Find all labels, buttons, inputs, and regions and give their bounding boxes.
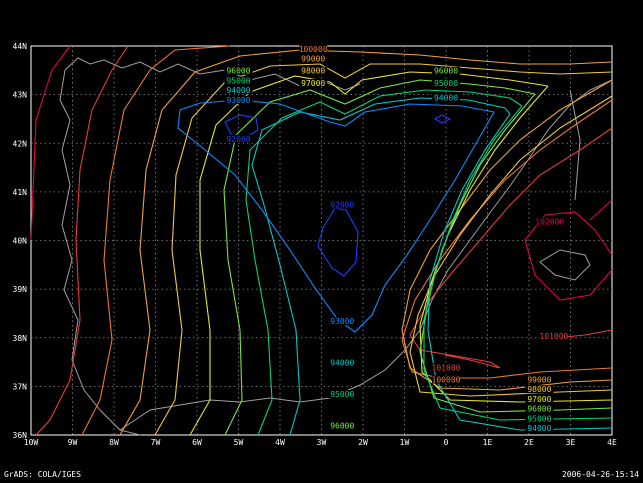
contour-label: 97000: [527, 395, 551, 404]
lon-tick-label: 8W: [109, 438, 119, 447]
contour-label: 96000: [330, 422, 354, 431]
lat-tick-label: 43N: [13, 91, 28, 100]
contour-label: 93000: [226, 96, 250, 105]
lat-tick-label: 39N: [13, 285, 28, 294]
contour-label: 92000: [226, 135, 250, 144]
lat-axis-labels: 36N 37N 38N 39N 40N 41N 42N 43N 44N: [13, 42, 28, 440]
contour-label: 99000: [301, 55, 325, 64]
contour-label: 96000: [527, 405, 551, 414]
footer-right-text: 2006-04-26-15:14: [561, 470, 639, 479]
lat-tick-label: 40N: [13, 237, 28, 246]
lon-tick-label: 4W: [275, 438, 285, 447]
lon-axis-labels: 10W 9W 8W 7W 6W 5W 4W 3W 2W 1W 0 1E 2E 3E 4E: [24, 438, 617, 447]
lon-tick-label: 6W: [192, 438, 202, 447]
contour-label: 102000: [535, 217, 564, 226]
lon-tick-label: 0: [444, 438, 449, 447]
contour-label: 95000: [434, 79, 458, 88]
lon-tick-label: 2E: [524, 438, 534, 447]
contour-label: 95000: [226, 76, 250, 85]
contour-label: 95000: [527, 414, 551, 423]
lat-tick-label: 41N: [13, 188, 28, 197]
footer-left-text: GrADS: COLA/IGES: [4, 470, 82, 479]
contour-label: 94000: [527, 424, 551, 433]
contour-label: 98000: [527, 385, 551, 394]
lat-tick-label: 38N: [13, 334, 28, 343]
contour-map: 10W 9W 8W 7W 6W 5W 4W 3W 2W 1W 0 1E 2E 3E 4E 36N37N38N…: [13, 42, 617, 447]
contour-label: 98000: [301, 67, 325, 76]
lat-tick-label: 44N: [13, 42, 28, 51]
contour-label: 96000: [434, 67, 458, 76]
lon-tick-label: 5W: [234, 438, 244, 447]
lon-tick-label: 7W: [151, 438, 161, 447]
contour-label: 96000: [226, 67, 250, 76]
lon-tick-label: 9W: [68, 438, 78, 447]
contour-label: 92000: [330, 200, 354, 209]
contour-label: 94000: [434, 93, 458, 102]
contour-label: 94000: [226, 86, 250, 95]
lon-tick-label: 3W: [317, 438, 327, 447]
lon-tick-label: 3E: [566, 438, 576, 447]
contour-label: 97000: [301, 79, 325, 88]
contour-label: 94000: [330, 358, 354, 367]
contour-label: 101000: [539, 332, 568, 341]
lat-tick-label: 42N: [13, 139, 28, 148]
lon-tick-label: 1E: [483, 438, 493, 447]
lat-tick-label: 37N: [13, 382, 28, 391]
lon-tick-label: 4E: [607, 438, 617, 447]
contour-label: 93000: [330, 317, 354, 326]
lon-tick-label: 2W: [358, 438, 368, 447]
contour-label: 101000: [432, 363, 461, 372]
lat-tick-label: 36N: [13, 431, 28, 440]
contour-label: 100000: [299, 45, 328, 54]
contour-label: 99000: [527, 376, 551, 385]
lon-tick-label: 1W: [400, 438, 410, 447]
contour-label: 95000: [330, 390, 354, 399]
contour-label: 100000: [432, 376, 461, 385]
